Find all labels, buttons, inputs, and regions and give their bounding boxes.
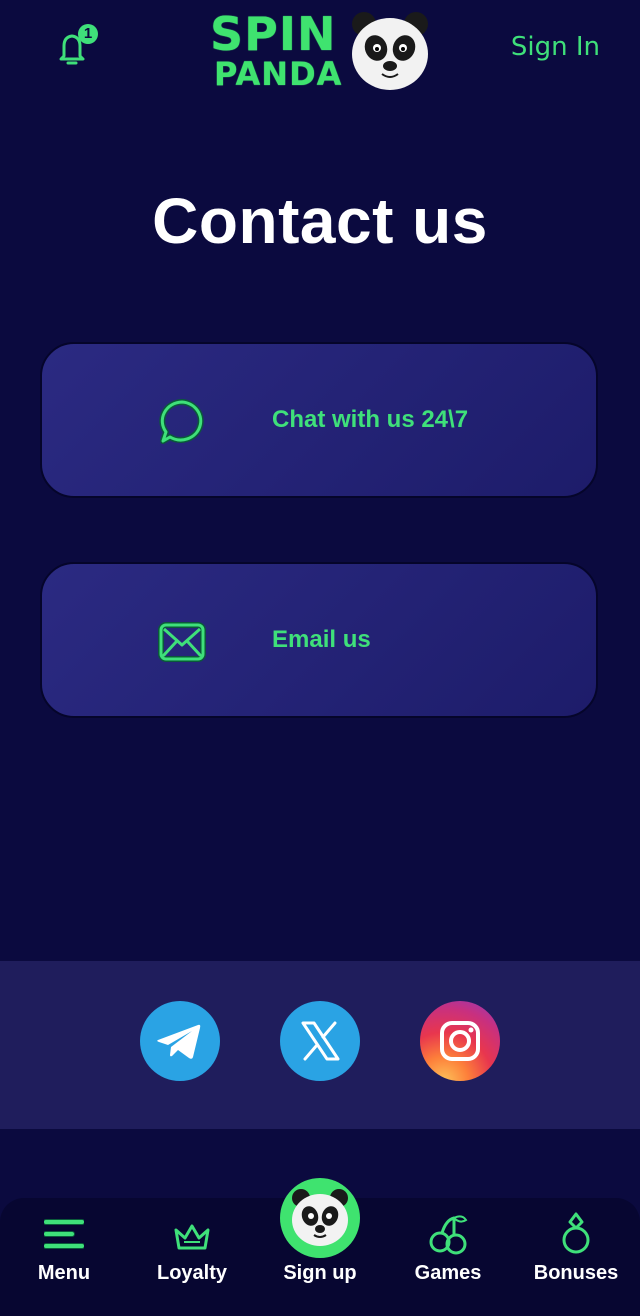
telegram-icon (157, 1024, 201, 1059)
cherries-icon (429, 1215, 468, 1255)
email-support-button[interactable]: Email us (40, 562, 598, 718)
nav-menu[interactable]: Menu (0, 1198, 128, 1316)
logo-text-spin: SPIN (210, 7, 337, 61)
x-link[interactable] (280, 1001, 360, 1081)
instagram-link[interactable] (420, 1001, 500, 1081)
nav-loyalty[interactable]: Loyalty (128, 1198, 256, 1316)
envelope-icon (158, 622, 206, 662)
email-support-label: Email us (272, 626, 371, 653)
x-icon (301, 1021, 340, 1061)
instagram-icon (440, 1021, 480, 1061)
crown-icon (174, 1224, 210, 1250)
nav-bonuses-label: Bonuses (533, 1262, 619, 1284)
nav-bonuses[interactable]: Bonuses (512, 1198, 640, 1316)
telegram-link[interactable] (140, 1001, 220, 1081)
chat-support-button[interactable]: Chat with us 24\7 (40, 342, 598, 498)
nav-games-label: Games (414, 1262, 482, 1284)
chat-bubble-icon (159, 399, 204, 444)
chat-support-label: Chat with us 24\7 (272, 406, 469, 433)
page-title: Contact us (152, 185, 488, 257)
nav-games[interactable]: Games (384, 1198, 512, 1316)
logo-text-panda: PANDA (214, 55, 343, 93)
logo[interactable]: SPIN PANDA (208, 8, 434, 94)
menu-icon (44, 1219, 84, 1249)
nav-loyalty-label: Loyalty (156, 1262, 228, 1284)
ring-icon (562, 1212, 590, 1254)
sign-in-link[interactable]: Sign In (511, 32, 600, 62)
nav-menu-label: Menu (37, 1262, 91, 1284)
notification-badge: 1 (78, 24, 98, 44)
panda-avatar-icon (292, 1189, 348, 1246)
panda-logo-icon (352, 12, 428, 90)
header: 1 SPIN PANDA Sign In (0, 0, 640, 110)
nav-sign-up-label: Sign up (283, 1262, 357, 1284)
sign-up-avatar-button[interactable] (280, 1178, 360, 1258)
notifications-button[interactable]: 1 (56, 24, 100, 68)
social-links (0, 961, 640, 1129)
